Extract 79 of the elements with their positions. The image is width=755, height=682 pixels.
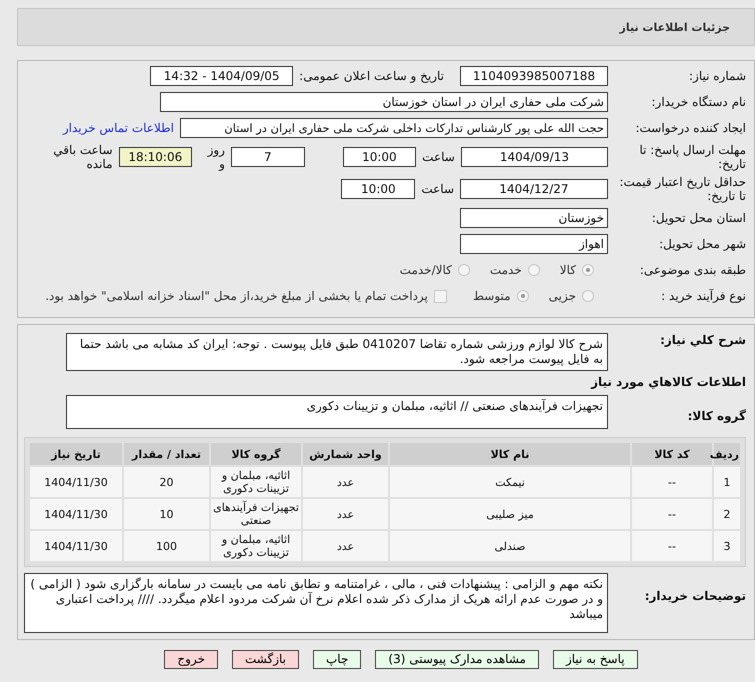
radio-button[interactable] <box>516 290 529 302</box>
radio-button[interactable] <box>458 264 470 276</box>
buyer-contact-link[interactable]: اطلاعات تماس خریدار <box>62 121 174 135</box>
field-label: نوع فرآیند خرید : <box>660 289 746 303</box>
table-cell: عدد <box>303 467 388 497</box>
time-field: 10:00 <box>341 179 416 199</box>
checkbox-label: پرداخت تمام یا بخشی از مبلغ خرید،از محل "اسناد خزانه اسلامی" خواهد بود. <box>45 289 428 303</box>
radio-button[interactable] <box>582 290 594 302</box>
table-cell: نیمکت <box>390 467 630 497</box>
field-label: ساعت <box>421 182 454 196</box>
field-label: ایجاد کننده درخواست: <box>634 121 746 135</box>
radio-label: کالا/خدمت <box>400 263 452 277</box>
need-number-field: 1104093985007188 <box>460 66 608 86</box>
table-cell: 10 <box>124 499 209 529</box>
announce-date-field: 1404/09/05 - 14:32 <box>150 66 294 86</box>
action-button[interactable]: بازگشت <box>232 650 299 669</box>
field-label: شهر محل تحویل: <box>658 237 746 251</box>
city-field: اهواز <box>460 234 608 254</box>
field-label: روز و <box>206 143 225 171</box>
column-header: کد کالا <box>632 443 712 465</box>
column-header: نام کالا <box>390 443 630 465</box>
table-cell: عدد <box>303 499 388 529</box>
table-cell: 1404/11/30 <box>30 499 122 529</box>
table-cell: عدد <box>303 531 388 561</box>
field-label: ساعت <box>422 150 455 164</box>
field-label: شماره نیاز: <box>688 69 746 83</box>
table-cell: -- <box>632 499 712 529</box>
date-field: 1404/12/27 <box>460 179 608 199</box>
column-header: تعداد / مقدار <box>124 443 209 465</box>
field-label: تاریخ و ساعت اعلان عمومی: <box>299 69 444 83</box>
radio-button[interactable] <box>528 264 540 276</box>
date-field: 1404/09/13 <box>460 147 608 167</box>
field-label: استان محل تحویل: <box>650 211 746 225</box>
radio-button[interactable] <box>582 264 594 276</box>
remaining-time-field: 18:10:06 <box>118 147 192 167</box>
column-header: گروه کالا <box>211 443 301 465</box>
requester-field: حجت الله علی پور کارشناس تدارکات داخلی شرکت ملی حفاری ایران در استان <box>180 118 608 138</box>
field-label: طبقه بندی موضوعی: <box>638 263 746 277</box>
table-cell: اثاثیه، مبلمان و تزیینات دکوری <box>211 531 301 561</box>
table-cell: 100 <box>124 531 209 561</box>
radio-label: کالا <box>560 263 576 277</box>
table-cell: تجهیزات فرآیندهای صنعتی <box>211 499 301 529</box>
time-field: 10:00 <box>342 147 416 167</box>
page-title: جزئیات اطلاعات نیاز <box>620 20 730 34</box>
province-field: خوزستان <box>460 208 608 228</box>
table-cell: -- <box>632 467 712 497</box>
table-cell: اثاثیه، مبلمان و تزیینات دکوری <box>211 467 301 497</box>
field-label: حداقل تاریخ اعتبار قیمت: تا تاریخ: <box>618 175 746 203</box>
table-cell: 1404/11/30 <box>30 467 122 497</box>
column-header: تاریخ نیاز <box>30 443 122 465</box>
description-field: شرح کالا لوازم ورزشی شماره تقاضا 0410207 طبق فایل پیوست . توجه: ایران کد مشابه می باشد حتما به فایل پیوست مراجعه شود. <box>66 333 608 371</box>
checkbox[interactable] <box>434 290 447 302</box>
section-title: اطلاعات کالاهاي مورد نياز <box>590 375 746 389</box>
field-label: گروه کالا: <box>686 409 746 423</box>
table-cell: 2 <box>714 499 740 529</box>
field-label: ساعت باقي مانده <box>52 143 112 171</box>
action-button[interactable]: خروج <box>164 650 218 669</box>
table-cell: 1 <box>714 467 740 497</box>
radio-label: جزیی <box>548 289 576 303</box>
buyer-field: شرکت ملی حفاری ایران در استان خوزستان <box>160 92 608 112</box>
table-cell: 1404/11/30 <box>30 531 122 561</box>
buyer-notes-field: نکته مهم و الزامی : پیشنهادات فنی ، مالی ، غرامتنامه و تطابق نامه می بایست در سامانه بارگزاری شود ( الزامی ) و در صورت عدم ارائه هریک از مدارک ذکر شده اعلام نرخ آن شرکت مردود اعلام میگردد. //// پرداخت اعتباری میباشد <box>24 573 608 633</box>
goods-group-field: تجهیزات فرآیندهای صنعتی // اثاثیه، مبلمان و تزیینات دکوری <box>66 395 608 429</box>
action-button[interactable]: چاپ <box>313 650 362 669</box>
table-cell: میز صلیبی <box>390 499 630 529</box>
radio-label: خدمت <box>490 263 522 277</box>
table-cell: 3 <box>714 531 740 561</box>
radio-label: متوسط <box>472 289 511 303</box>
column-header: واحد شمارش <box>303 443 388 465</box>
table-cell: صندلی <box>390 531 630 561</box>
days-field: 7 <box>230 147 305 167</box>
action-button[interactable]: پاسخ به نیاز <box>552 650 638 669</box>
field-label: شرح کلي نياز: <box>659 333 746 347</box>
field-label: نام دستگاه خریدار: <box>650 95 746 109</box>
field-label: مهلت ارسال پاسخ: تا تاریخ: <box>638 143 746 171</box>
table-cell: -- <box>632 531 712 561</box>
table-cell: 20 <box>124 467 209 497</box>
field-label: توضیحات خریدار: <box>644 588 746 603</box>
action-button[interactable]: مشاهده مدارک پیوستی (3) <box>375 650 539 669</box>
